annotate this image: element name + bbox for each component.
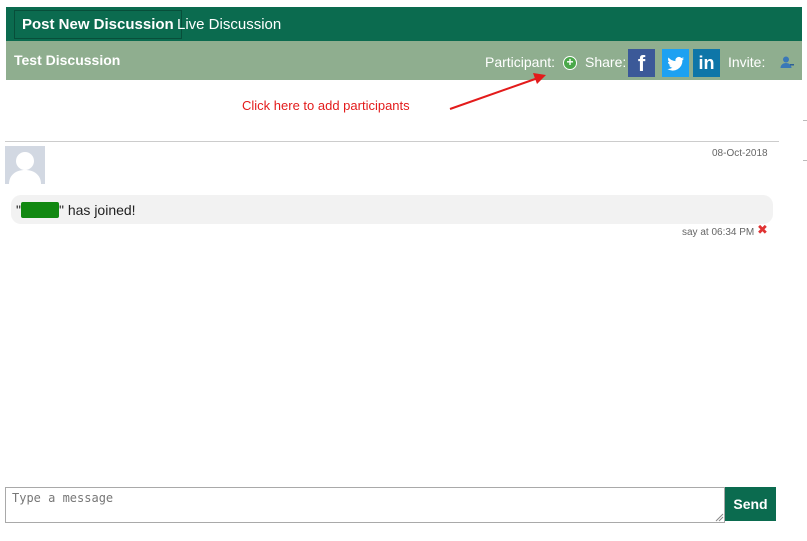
joined-text: has joined! — [63, 202, 136, 218]
share-label: Share: — [585, 54, 627, 70]
twitter-icon[interactable] — [662, 49, 689, 77]
message-text: " " has joined! — [16, 195, 136, 225]
message-input[interactable] — [5, 487, 725, 523]
message-date: 08-Oct-2018 — [712, 148, 768, 159]
add-participants-hint: Click here to add participants — [242, 98, 410, 113]
discussion-title: Test Discussion — [14, 52, 121, 68]
redacted-username — [20, 202, 59, 218]
message-meta: say at 06:34 PM — [682, 227, 755, 238]
top-nav-bar: Post New Discussion Live Discussion — [6, 7, 802, 41]
avatar — [5, 146, 45, 184]
hint-arrow-icon — [449, 73, 546, 110]
tab-live-discussion[interactable]: Live Discussion — [177, 10, 281, 39]
send-button[interactable]: Send — [725, 487, 776, 521]
add-participant-icon[interactable]: + — [563, 56, 577, 70]
invite-label: Invite: — [728, 54, 766, 70]
edge-tick — [803, 160, 807, 161]
facebook-icon[interactable]: f — [628, 49, 655, 77]
discussion-header: Test Discussion Participant: + Share: f … — [6, 41, 802, 80]
linkedin-icon[interactable]: in — [693, 49, 720, 77]
resize-grip-icon[interactable] — [714, 512, 724, 522]
delete-message-icon[interactable]: ✖ — [757, 223, 769, 236]
user-silhouette-icon — [5, 146, 45, 184]
tab-post-new-discussion[interactable]: Post New Discussion — [14, 10, 182, 39]
invite-user-icon[interactable] — [780, 55, 794, 69]
edge-tick — [803, 120, 807, 121]
divider — [5, 141, 779, 142]
message-bubble: " " has joined! — [11, 195, 773, 224]
